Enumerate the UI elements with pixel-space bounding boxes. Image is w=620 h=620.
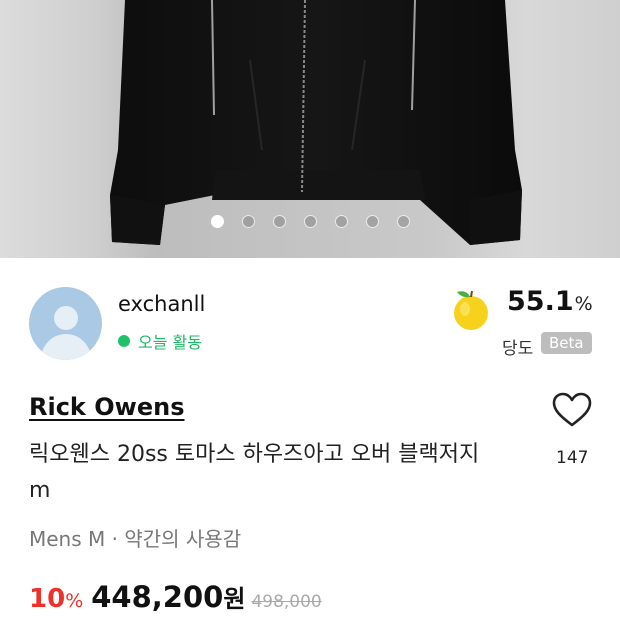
carousel-dot[interactable] — [272, 215, 286, 228]
like-count: 147 — [556, 448, 589, 468]
sale-price: 448,200 — [91, 580, 224, 614]
seller-activity: 오늘 활동 — [118, 329, 202, 353]
original-price: 498,000 — [251, 592, 322, 612]
seller-avatar[interactable] — [29, 287, 102, 360]
trust-score: 55.1% — [507, 286, 593, 317]
seller-name[interactable]: exchanll — [118, 292, 205, 316]
online-dot-icon — [118, 335, 130, 347]
trust-score-unit: % — [574, 293, 593, 315]
carousel-dot[interactable] — [365, 215, 379, 228]
beta-badge: Beta — [541, 332, 592, 354]
discount-unit: % — [65, 590, 84, 612]
product-image[interactable] — [0, 0, 620, 258]
carousel-dot[interactable] — [303, 215, 317, 228]
discount-rate: 10 — [29, 584, 66, 614]
carousel-dot[interactable] — [396, 215, 410, 228]
product-title: 릭오웬스 20ss 토마스 하우즈아고 오버 블랙저지 m — [29, 442, 480, 503]
carousel-dot[interactable] — [241, 215, 255, 228]
product-meta: Mens M · 약간의 사용감 — [29, 527, 242, 551]
price-row: 10 % 448,200 원 498,000 — [29, 579, 322, 614]
avatar-body — [41, 334, 91, 360]
activity-status: 오늘 활동 — [138, 333, 202, 352]
price-unit: 원 — [223, 585, 246, 613]
carousel-dot[interactable] — [334, 215, 348, 228]
trust-label: 당도 — [502, 339, 534, 359]
brand-link[interactable]: Rick Owens — [29, 393, 184, 421]
trust-score-value: 55.1 — [507, 286, 574, 317]
carousel-indicator[interactable] — [0, 215, 620, 229]
heart-icon[interactable] — [552, 392, 592, 428]
carousel-dot[interactable] — [210, 215, 224, 228]
apple-icon — [454, 290, 488, 330]
avatar-head — [54, 306, 78, 330]
